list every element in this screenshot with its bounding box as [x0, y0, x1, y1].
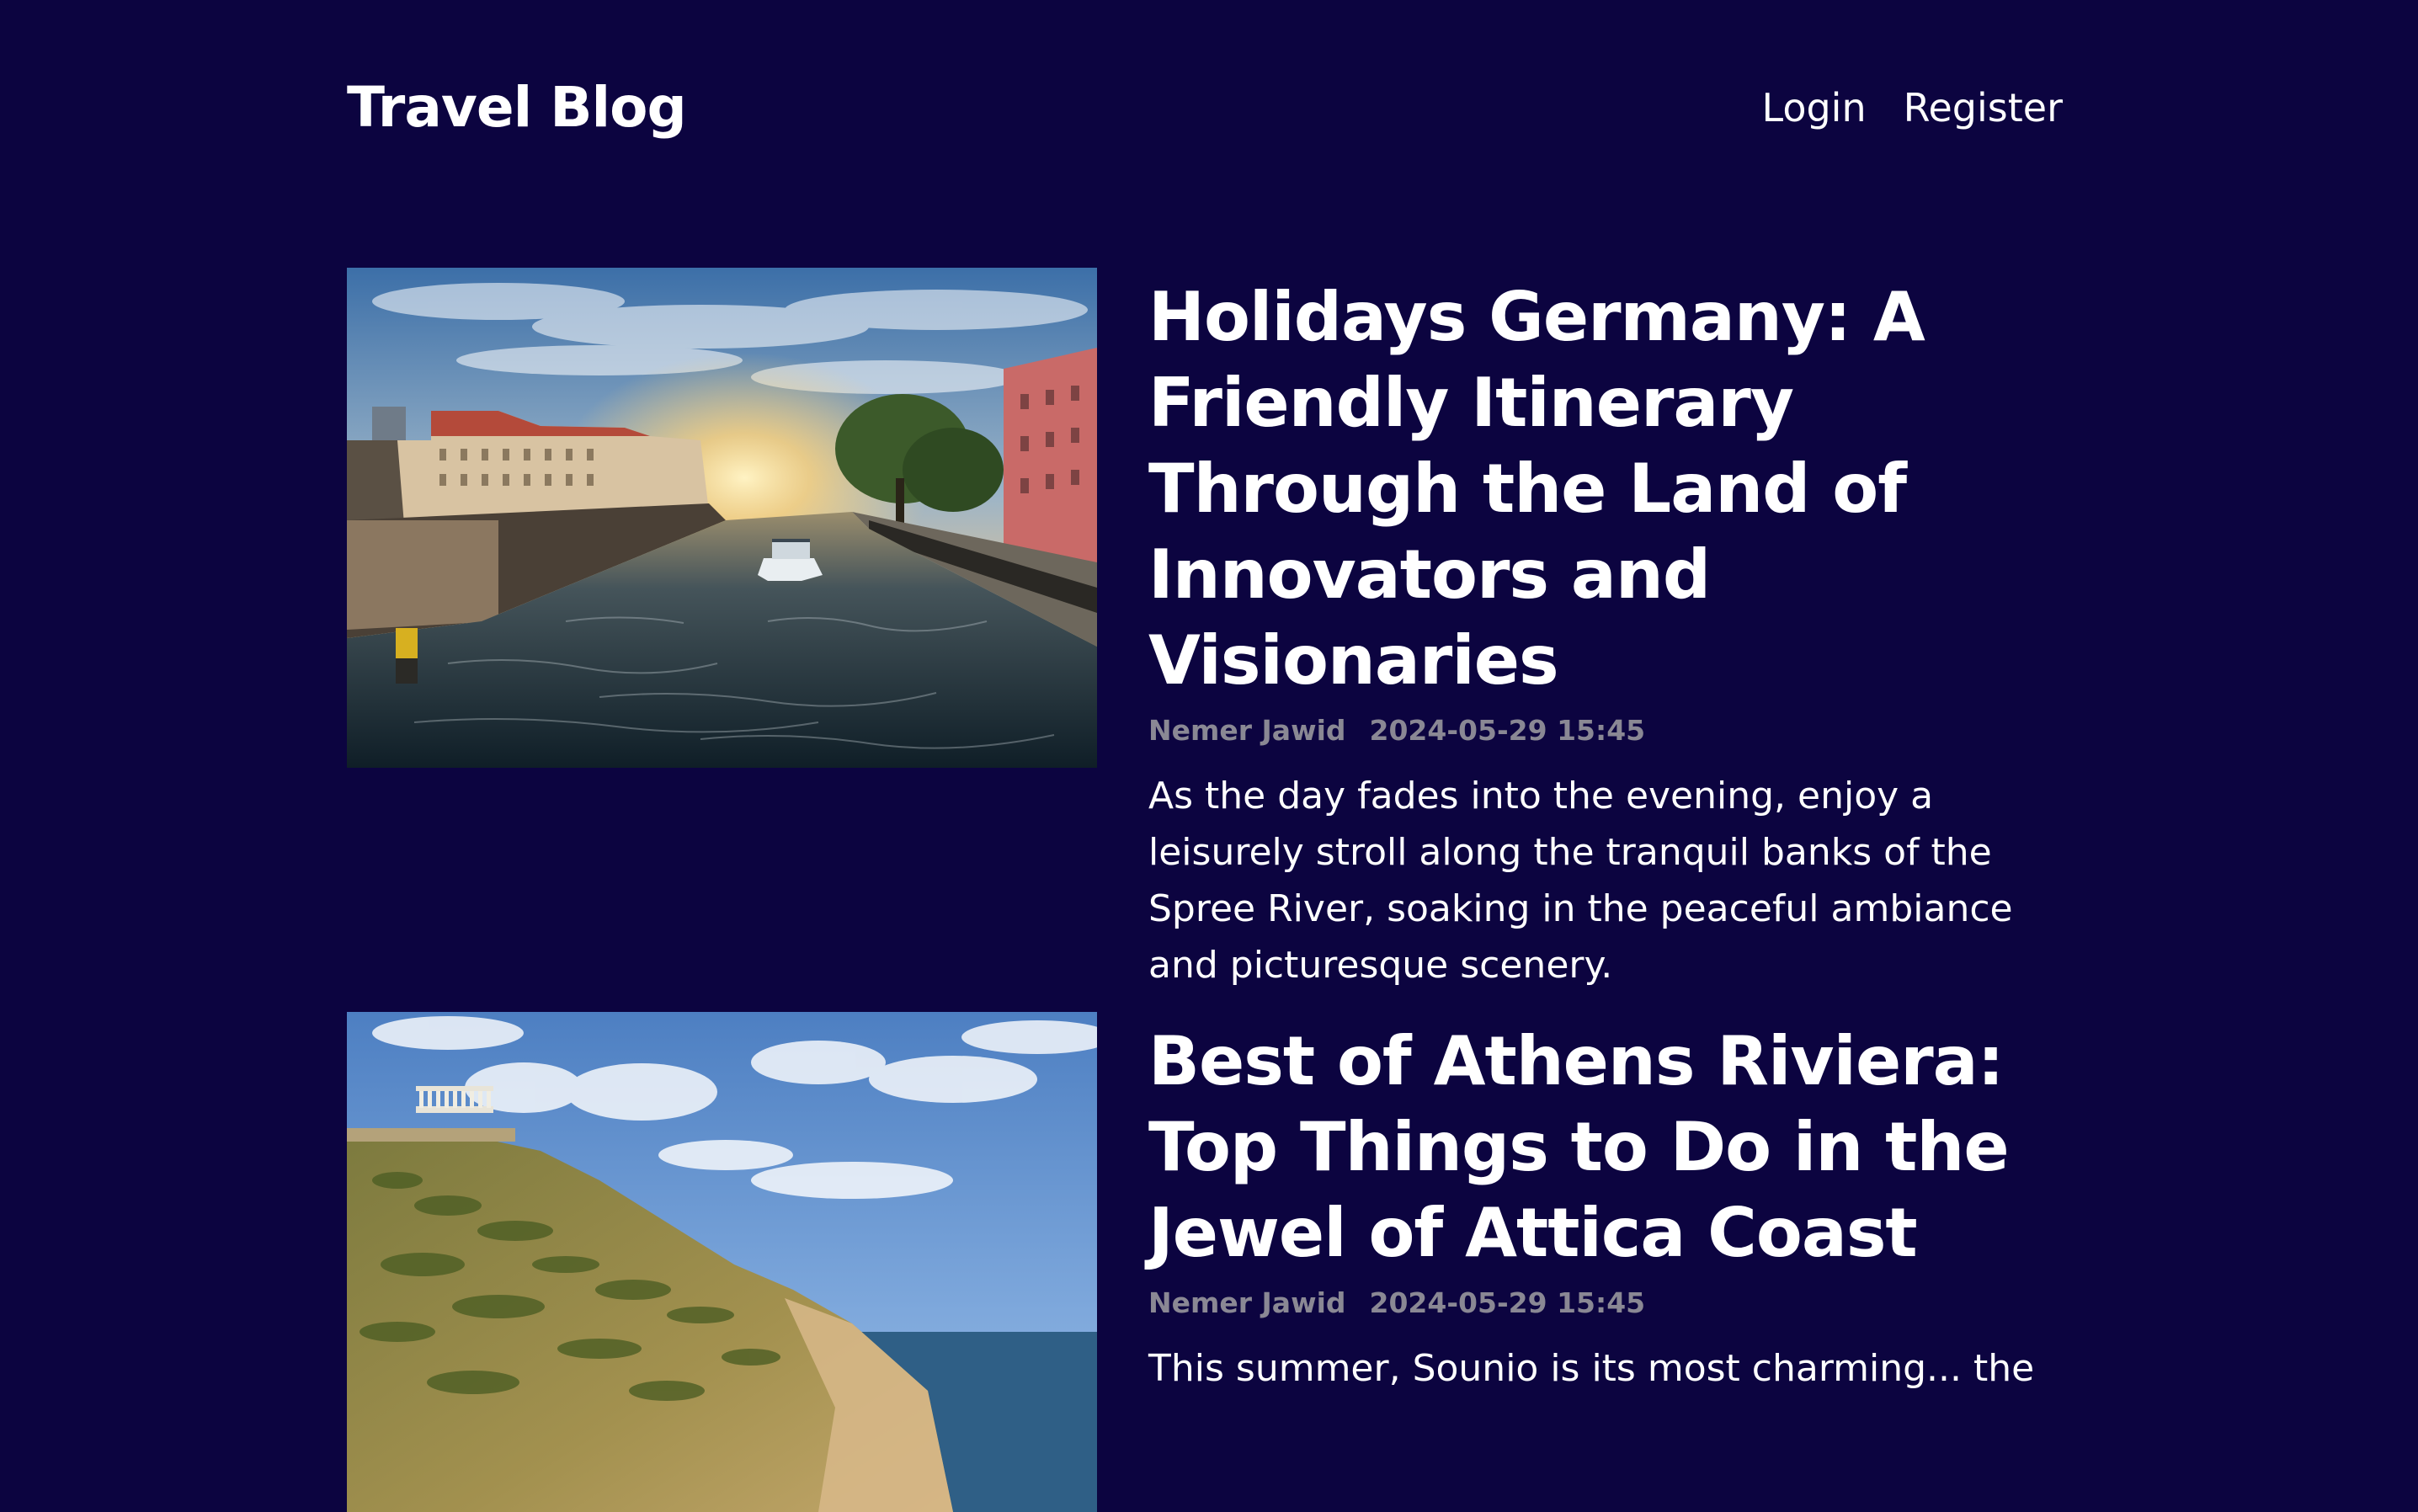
post-excerpt: This summer, Sounio is its most charming… [1148, 1347, 2035, 1390]
post-thumbnail-berlin-river[interactable] [347, 268, 1097, 768]
post-title-link[interactable]: Best of Athens Riviera: Top Things to Do… [1148, 1012, 2074, 1276]
site-logo-link[interactable]: Travel Blog [347, 74, 687, 141]
post-author: Nemer Jawid [1148, 1286, 1346, 1319]
post-date: 2024-05-29 15:45 [1369, 714, 1646, 747]
post-thumbnail-sounio-cliff[interactable] [347, 1012, 1097, 1512]
login-link[interactable]: Login [1762, 81, 1867, 135]
berlin-river-image [347, 268, 1097, 768]
post-title-link[interactable]: Holidays Germany: A Friendly Itinerary T… [1148, 268, 2074, 704]
post-excerpt: As the day fades into the evening, enjoy… [1148, 775, 2013, 987]
post-meta: Nemer Jawid 2024-05-29 15:45 [1148, 1285, 2074, 1322]
site-header: Travel Blog Login Register [347, 74, 2063, 141]
top-nav: Login Register [1762, 81, 2064, 135]
post-date: 2024-05-29 15:45 [1369, 1286, 1646, 1319]
post-meta: Nemer Jawid 2024-05-29 15:45 [1148, 712, 2074, 749]
post-content: Holidays Germany: A Friendly Itinerary T… [1148, 268, 2074, 1030]
post-content: Best of Athens Riviera: Top Things to Do… [1148, 1012, 2074, 1434]
sounio-cliff-image [347, 1012, 1097, 1512]
register-link[interactable]: Register [1904, 81, 2063, 135]
post-author: Nemer Jawid [1148, 714, 1346, 747]
